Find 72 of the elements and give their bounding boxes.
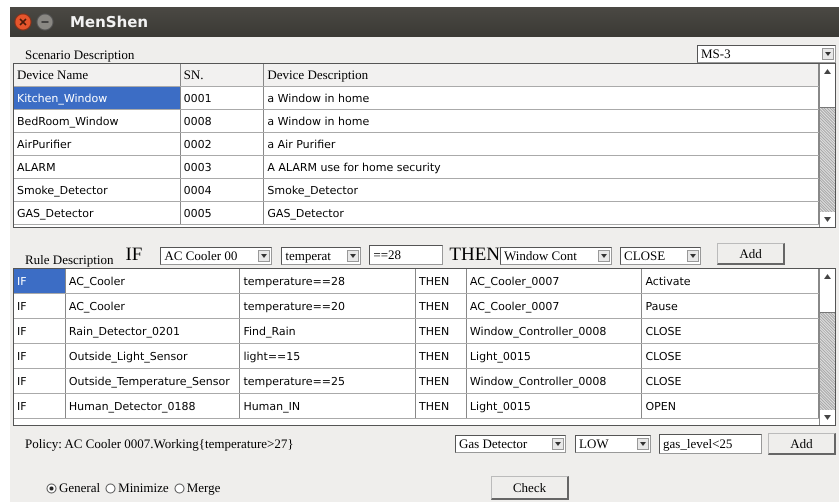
table-cell[interactable]: 0005	[180, 202, 264, 224]
close-icon[interactable]	[14, 13, 32, 31]
column-header[interactable]: SN.	[180, 64, 264, 86]
radio-icon[interactable]	[105, 482, 116, 494]
table-cell[interactable]: 0004	[180, 179, 264, 201]
dropdown[interactable]: MS-3	[697, 45, 836, 63]
table-cell[interactable]: THEN	[416, 319, 467, 343]
table-cell[interactable]: temperature==25	[240, 369, 416, 393]
scrollbar[interactable]	[819, 269, 835, 425]
radio-option[interactable]: General	[46, 480, 100, 496]
table-cell[interactable]: Human_IN	[240, 394, 416, 418]
table-cell[interactable]: THEN	[416, 394, 467, 418]
table-cell[interactable]: Find_Rain	[240, 319, 416, 343]
radio-option[interactable]: Merge	[174, 480, 220, 496]
section-label: Scenario Description	[25, 47, 134, 63]
table-cell[interactable]: IF	[14, 294, 66, 318]
radio-icon[interactable]	[174, 482, 185, 494]
table-cell[interactable]: Outside_Light_Sensor	[66, 344, 240, 368]
window-title: MenShen	[70, 13, 148, 31]
table-cell[interactable]: temperature==28	[240, 269, 416, 293]
table-cell[interactable]: AC_Cooler_0007	[466, 269, 642, 293]
input-field[interactable]: gas_level<25	[659, 434, 762, 454]
table-cell[interactable]: Human_Detector_0188	[66, 394, 240, 418]
table-cell[interactable]: THEN	[416, 344, 467, 368]
then-label: THEN	[449, 245, 500, 265]
dropdown[interactable]: CLOSE	[620, 247, 702, 265]
dropdown[interactable]: LOW	[575, 435, 651, 453]
table-cell[interactable]: Smoke_Detector	[14, 179, 181, 201]
radio-option[interactable]: Minimize	[105, 480, 169, 496]
table-cell[interactable]: BedRoom_Window	[14, 110, 181, 132]
table-cell[interactable]: IF	[14, 269, 66, 293]
dropdown[interactable]: Window Cont	[500, 247, 612, 265]
dropdown[interactable]: temperat	[281, 247, 362, 265]
table-cell[interactable]: Window_Controller_0008	[466, 319, 642, 343]
check-button[interactable]: Check	[491, 476, 569, 500]
table-cell[interactable]: AirPurifier	[14, 133, 181, 155]
table-cell[interactable]: Outside_Temperature_Sensor	[66, 369, 240, 393]
table-cell[interactable]: AC_Cooler_0007	[466, 294, 642, 318]
dropdown[interactable]: Gas Detector	[455, 435, 566, 453]
table-cell[interactable]: Window_Controller_0008	[466, 369, 642, 393]
table-cell[interactable]: THEN	[416, 269, 467, 293]
table-cell[interactable]: AC_Cooler	[66, 269, 240, 293]
table-cell[interactable]: temperature==20	[240, 294, 416, 318]
radio-icon[interactable]	[46, 482, 57, 494]
table-cell[interactable]: Light_0015	[466, 344, 642, 368]
table-cell[interactable]: IF	[14, 344, 66, 368]
scrollbar[interactable]	[819, 64, 835, 227]
if-label: IF	[125, 245, 142, 265]
table-cell[interactable]: IF	[14, 319, 66, 343]
table-cell[interactable]: THEN	[416, 369, 467, 393]
dropdown[interactable]: AC Cooler 00	[160, 247, 272, 265]
policy-text: Policy: AC Cooler 0007.Working{temperature>27}	[25, 436, 295, 452]
table-cell[interactable]: ALARM	[14, 156, 181, 178]
table-cell[interactable]: IF	[14, 394, 66, 418]
minimize-icon[interactable]	[36, 13, 54, 31]
add-button[interactable]: Add	[768, 433, 836, 455]
input-field[interactable]: ==28	[369, 245, 444, 265]
table-cell[interactable]: IF	[14, 369, 66, 393]
table-cell[interactable]: AC_Cooler	[66, 294, 240, 318]
table-cell[interactable]: 0001	[180, 87, 264, 109]
section-label: Rule Description	[25, 252, 114, 268]
column-header[interactable]: Device Name	[14, 64, 181, 86]
table-cell[interactable]: 0003	[180, 156, 264, 178]
table-cell[interactable]: light==15	[240, 344, 416, 368]
table-cell[interactable]: Light_0015	[466, 394, 642, 418]
table-cell[interactable]: THEN	[416, 294, 467, 318]
add-button[interactable]: Add	[717, 243, 786, 265]
table-cell[interactable]: Kitchen_Window	[14, 87, 181, 109]
table-cell[interactable]: 0002	[180, 133, 264, 155]
table-cell[interactable]: Rain_Detector_0201	[66, 319, 240, 343]
table-cell[interactable]: GAS_Detector	[14, 202, 181, 224]
table-cell[interactable]: 0008	[180, 110, 264, 132]
